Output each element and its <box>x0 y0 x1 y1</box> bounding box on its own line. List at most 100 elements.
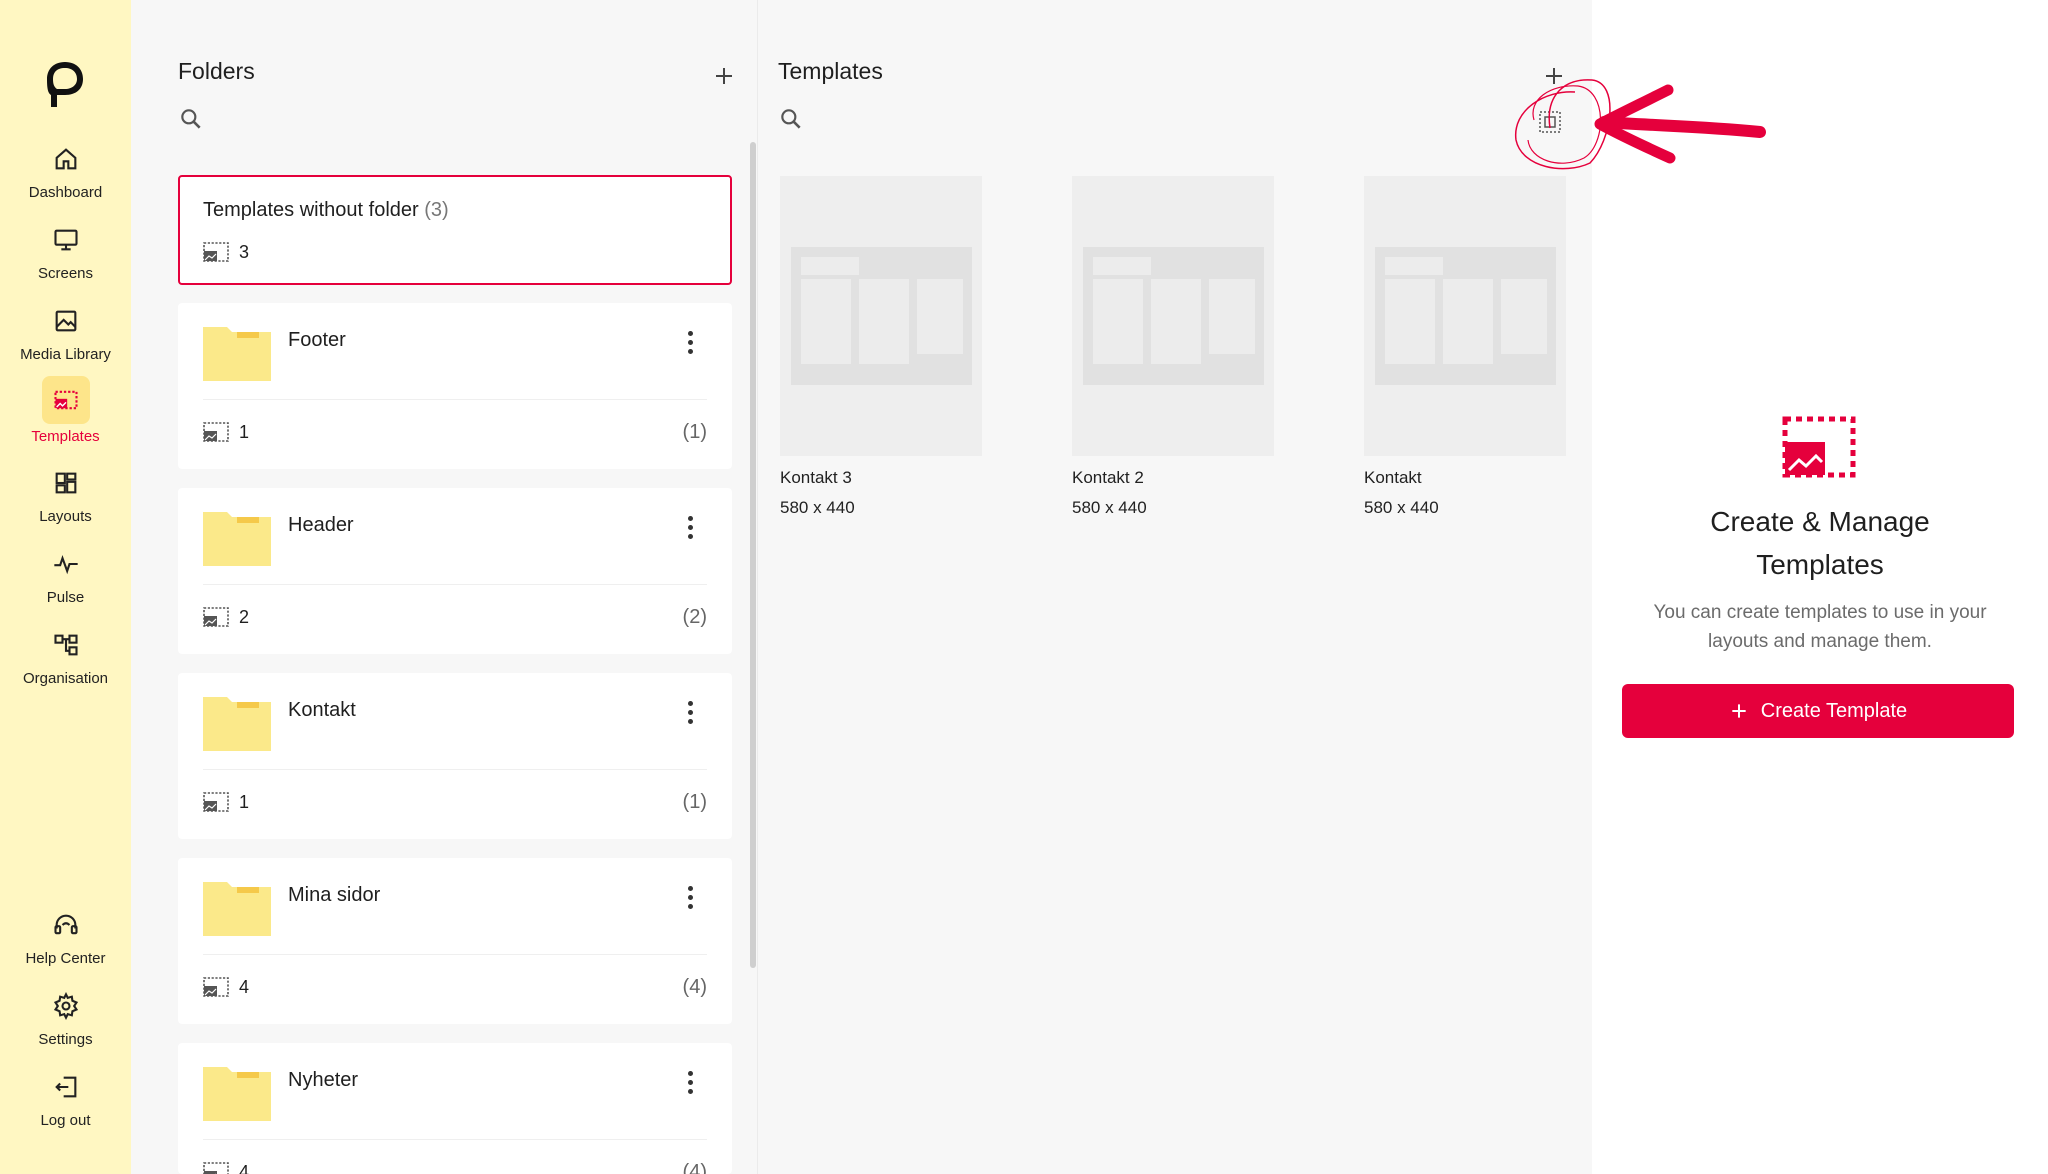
template-thumbnail <box>1072 176 1274 456</box>
folder-count-paren: (4) <box>682 1161 707 1174</box>
plus-icon <box>1732 704 1746 718</box>
plus-icon <box>1546 68 1562 84</box>
sidebar-item-screens[interactable]: Screens <box>0 219 131 282</box>
divider <box>203 1139 707 1140</box>
info-desc-line: layouts and manage them. <box>1708 631 1932 652</box>
folder-count-row: 2 <box>203 606 249 628</box>
kebab-menu-icon[interactable] <box>678 512 702 542</box>
sidebar-item-layouts[interactable]: Layouts <box>0 462 131 525</box>
template-thumbnail <box>780 176 982 456</box>
sidebar-item-templates[interactable]: Templates <box>0 376 131 445</box>
folder-count: 2 <box>239 606 250 627</box>
template-tile[interactable]: Kontakt 580 x 440 <box>1364 176 1566 518</box>
template-icon <box>203 977 229 997</box>
sidebar-item-label: Settings <box>38 1031 93 1048</box>
folder-count-row: 4 <box>203 976 249 998</box>
folder-name: Kontakt <box>288 699 356 721</box>
template-icon <box>203 422 229 442</box>
plus-icon <box>716 68 732 84</box>
folder-count-paren: (2) <box>682 606 707 628</box>
sidebar-item-dashboard[interactable]: Dashboard <box>0 138 131 201</box>
folder-count-row: 4 <box>203 1161 249 1174</box>
template-size: 580 x 440 <box>1072 498 1147 517</box>
add-template-button[interactable] <box>1540 62 1568 90</box>
template-thumbnail <box>1364 176 1566 456</box>
folder-name: Footer <box>288 329 346 351</box>
info-panel: Create & Manage Templates You can create… <box>1592 0 2048 1174</box>
folder-icon <box>203 882 271 936</box>
logo-icon[interactable] <box>43 58 87 110</box>
sidebar-item-organisation[interactable]: Organisation <box>0 624 131 687</box>
folder-card-header[interactable]: Header 2 (2) <box>178 488 732 654</box>
folder-name: Nyheter <box>288 1069 359 1091</box>
sidebar-item-settings[interactable]: Settings <box>0 985 131 1048</box>
sidebar-item-label: Templates <box>31 428 100 445</box>
info-description: You can create templates to use in your … <box>1622 598 2018 656</box>
image-icon <box>45 300 87 342</box>
template-name: Kontakt 3 <box>780 468 852 487</box>
kebab-menu-icon[interactable] <box>678 882 702 912</box>
info-title-line: Templates <box>1756 549 1884 580</box>
folder-name: Mina sidor <box>288 884 381 906</box>
sidebar-item-media-library[interactable]: Media Library <box>0 300 131 363</box>
sidebar-item-label: Media Library <box>20 346 111 363</box>
folders-scrollbar[interactable] <box>750 142 756 968</box>
add-folder-button[interactable] <box>710 62 738 90</box>
folder-count: 1 <box>239 421 250 442</box>
pulse-icon <box>45 543 87 585</box>
info-desc-line: You can create templates to use in your <box>1653 602 1987 623</box>
search-icon <box>781 109 801 129</box>
folder-card-mina-sidor[interactable]: Mina sidor 4 (4) <box>178 858 732 1024</box>
divider <box>203 954 707 955</box>
folders-title: Folders <box>178 58 255 84</box>
sidebar-item-label: Organisation <box>22 670 109 687</box>
create-template-button[interactable]: Create Template <box>1622 684 2014 738</box>
divider <box>203 399 707 400</box>
folder-count: 4 <box>239 976 250 997</box>
no-folder-title: Templates without folder (3) <box>203 199 449 222</box>
template-icon <box>203 792 229 812</box>
folder-icon <box>203 512 271 566</box>
template-size: 580 x 440 <box>1364 498 1439 517</box>
column-divider <box>757 0 758 1174</box>
folder-icon <box>203 1067 271 1121</box>
monitor-icon <box>45 219 87 261</box>
sidebar-item-help-center[interactable]: Help Center <box>0 904 131 967</box>
kebab-menu-icon[interactable] <box>678 697 702 727</box>
template-icon <box>203 242 229 262</box>
search-icon <box>181 109 201 129</box>
templates-without-folder-card[interactable]: Templates without folder (3) 3 <box>178 175 732 285</box>
info-title: Create & Manage Templates <box>1592 500 2048 586</box>
create-template-label: Create Template <box>1760 699 1908 722</box>
sidebar-item-label: Pulse <box>46 589 85 606</box>
sidebar-item-log-out[interactable]: Log out <box>0 1066 131 1129</box>
folder-card-footer[interactable]: Footer 1 (1) <box>178 303 732 469</box>
folder-card-kontakt[interactable]: Kontakt 1 (1) <box>178 673 732 839</box>
kebab-menu-icon[interactable] <box>678 327 702 357</box>
templates-search-button[interactable] <box>778 106 806 134</box>
folder-count: 4 <box>239 1161 250 1174</box>
folders-search-button[interactable] <box>178 106 206 134</box>
folder-card-nyheter[interactable]: Nyheter 4 (4) <box>178 1043 732 1174</box>
template-large-icon <box>1782 416 1856 478</box>
template-name: Kontakt <box>1364 468 1422 487</box>
headset-icon <box>45 904 87 946</box>
template-tile[interactable]: Kontakt 3 580 x 440 <box>780 176 982 518</box>
template-name: Kontakt 2 <box>1072 468 1144 487</box>
sidebar-item-label: Screens <box>37 265 94 282</box>
sidebar: Dashboard Screens Media Library Template… <box>0 0 131 1174</box>
logout-icon <box>45 1066 87 1108</box>
template-tile[interactable]: Kontakt 2 580 x 440 <box>1072 176 1274 518</box>
kebab-menu-icon[interactable] <box>678 1067 702 1097</box>
sidebar-item-pulse[interactable]: Pulse <box>0 543 131 606</box>
gear-icon <box>45 985 87 1027</box>
select-multiple-icon[interactable] <box>1538 110 1562 134</box>
folder-icon <box>203 697 271 751</box>
template-size: 580 x 440 <box>780 498 855 517</box>
folder-count-row: 1 <box>203 791 249 813</box>
divider <box>203 584 707 585</box>
folder-count-paren: (1) <box>682 791 707 813</box>
sidebar-item-label: Layouts <box>39 508 92 525</box>
templates-title: Templates <box>778 58 883 84</box>
home-icon <box>45 138 87 180</box>
